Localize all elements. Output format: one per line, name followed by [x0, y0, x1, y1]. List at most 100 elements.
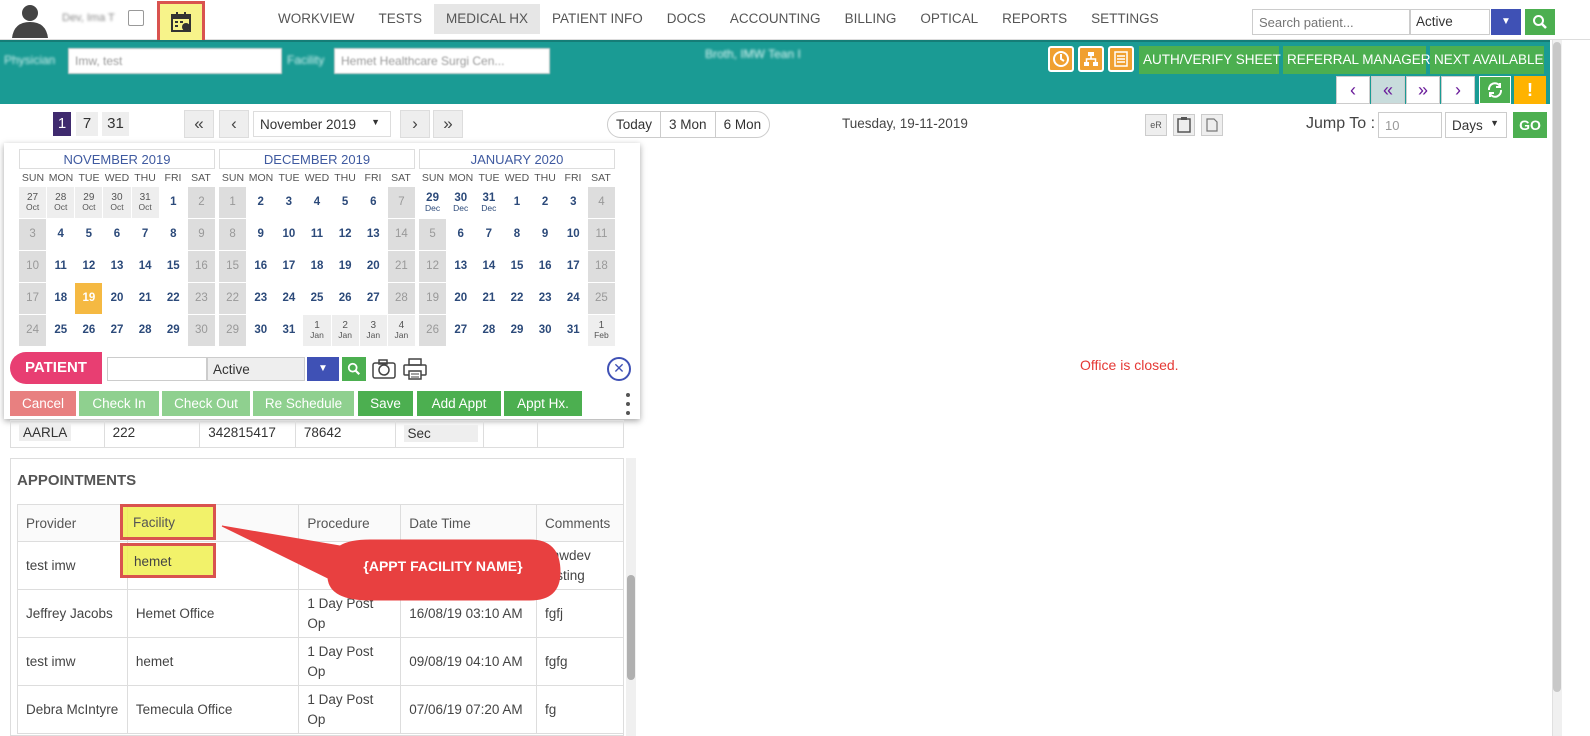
calendar-day[interactable]: 20 — [447, 283, 475, 314]
calendar-day[interactable]: 5 — [331, 187, 359, 218]
auth-verify-sheet-button[interactable]: AUTH/VERIFY SHEET — [1139, 46, 1281, 74]
table-row[interactable]: test imw hemet 1 Day Post Op 09/08/19 04:10… — [17, 637, 623, 686]
calendar-day[interactable]: 31 — [559, 315, 587, 346]
calendar-day[interactable]: 23 — [187, 283, 215, 314]
scrollbar-thumb[interactable] — [627, 575, 635, 680]
user-avatar-icon[interactable] — [6, 2, 54, 38]
calendar-day[interactable]: 29 — [219, 315, 247, 346]
calendar-day[interactable]: 17 — [275, 251, 303, 282]
scheduler-calendar-button[interactable] — [157, 1, 205, 43]
calendar-day[interactable]: 18 — [587, 251, 615, 282]
calendar-day[interactable]: 7 — [387, 187, 415, 218]
printer-icon[interactable] — [402, 356, 428, 382]
calendar-day[interactable]: 17 — [559, 251, 587, 282]
patient-name-input[interactable] — [107, 357, 207, 381]
calendar-day[interactable]: 28 — [475, 315, 503, 346]
calendar-day[interactable]: 3 — [275, 187, 303, 218]
calendar-day[interactable]: 11 — [303, 219, 331, 250]
nav-item-billing[interactable]: BILLING — [833, 4, 909, 34]
calendar-day[interactable]: 2 Jan — [331, 315, 359, 346]
calendar-day[interactable]: 3 Jan — [359, 315, 387, 346]
calendar-day[interactable]: 18 — [303, 251, 331, 282]
patient-status-select[interactable]: Active — [207, 357, 305, 381]
calendar-day[interactable]: 24 — [559, 283, 587, 314]
double-chevron-right-icon[interactable]: » — [433, 110, 463, 138]
nav-item-patient-info[interactable]: PATIENT INFO — [540, 4, 655, 34]
calendar-day[interactable]: 12 — [75, 251, 103, 282]
calendar-day[interactable]: 30 — [247, 315, 275, 346]
calendar-day[interactable]: 31 Oct — [131, 187, 159, 218]
calendar-day[interactable]: 25 — [587, 283, 615, 314]
calendar-day[interactable]: 26 — [75, 315, 103, 346]
calendar-day[interactable]: 4 — [303, 187, 331, 218]
calendar-day[interactable]: 13 — [103, 251, 131, 282]
calendar-day[interactable]: 30 Dec — [447, 187, 475, 218]
calendar-day[interactable]: 7 — [475, 219, 503, 250]
view-day-button[interactable]: 1 — [53, 112, 71, 136]
calendar-day[interactable]: 27 — [359, 283, 387, 314]
nav-item-docs[interactable]: DOCS — [655, 4, 718, 34]
physician-select[interactable]: Imw, test — [68, 48, 282, 74]
calendar-day[interactable]: 21 — [131, 283, 159, 314]
calendar-day[interactable]: 3 — [19, 219, 47, 250]
calendar-day[interactable]: 6 — [447, 219, 475, 250]
referral-manager-button[interactable]: REFERRAL MANAGER — [1283, 46, 1431, 74]
calendar-day[interactable]: 29 — [159, 315, 187, 346]
calendar-day[interactable]: 19 — [419, 283, 447, 314]
calendar-day[interactable]: 9 — [187, 219, 215, 250]
calendar-day[interactable]: 1 — [219, 187, 247, 218]
calendar-day[interactable]: 29 Oct — [75, 187, 103, 218]
calendar-day[interactable]: 16 — [187, 251, 215, 282]
patient-search-input[interactable] — [1252, 9, 1410, 35]
calendar-day-today[interactable]: 19 — [75, 283, 103, 314]
calendar-day[interactable]: 18 — [47, 283, 75, 314]
nav-item-workview[interactable]: WORKVIEW — [266, 4, 367, 34]
calendar-day[interactable]: 30 — [531, 315, 559, 346]
view-month-button[interactable]: 31 — [102, 112, 129, 136]
col-header-provider[interactable]: Provider — [17, 504, 128, 542]
next-available-button[interactable]: NEXT AVAILABLE — [1430, 46, 1544, 74]
org-chart-icon[interactable] — [1078, 46, 1104, 72]
nav-item-optical[interactable]: OPTICAL — [908, 4, 990, 34]
calendar-day[interactable]: 30 Oct — [103, 187, 131, 218]
calendar-day[interactable]: 10 — [559, 219, 587, 250]
calendar-day[interactable]: 23 — [247, 283, 275, 314]
calendar-day[interactable]: 29 — [503, 315, 531, 346]
calendar-day[interactable]: 5 — [75, 219, 103, 250]
calendar-day[interactable]: 9 — [247, 219, 275, 250]
page-scrollbar-thumb[interactable] — [1553, 42, 1561, 692]
calendar-day[interactable]: 1 — [159, 187, 187, 218]
calendar-day[interactable]: 22 — [159, 283, 187, 314]
calendar-day[interactable]: 7 — [131, 219, 159, 250]
view-week-button[interactable]: 7 — [76, 112, 98, 136]
calendar-day[interactable]: 25 — [303, 283, 331, 314]
calendar-day[interactable]: 15 — [503, 251, 531, 282]
calendar-day[interactable]: 4 — [587, 187, 615, 218]
calendar-day[interactable]: 1 — [503, 187, 531, 218]
calendar-day[interactable]: 24 — [275, 283, 303, 314]
calendar-day[interactable]: 10 — [19, 251, 47, 282]
calendar-day[interactable]: 1 Feb — [587, 315, 615, 346]
chevron-right-icon[interactable]: › — [400, 110, 430, 138]
calendar-day[interactable]: 5 — [419, 219, 447, 250]
calendar-day[interactable]: 8 — [503, 219, 531, 250]
jump-unit-select[interactable]: Days ▼ — [1445, 112, 1507, 138]
patient-status-select[interactable]: Active — [1410, 9, 1490, 35]
range-3mon-button[interactable]: 3 Mon — [660, 112, 715, 137]
calendar-day[interactable]: 31 Dec — [475, 187, 503, 218]
calendar-day[interactable]: 29 Dec — [419, 187, 447, 218]
calendar-day[interactable]: 20 — [103, 283, 131, 314]
calendar-day[interactable]: 13 — [359, 219, 387, 250]
alert-button[interactable]: ! — [1514, 76, 1546, 104]
calendar-day[interactable]: 16 — [531, 251, 559, 282]
calendar-day[interactable]: 10 — [275, 219, 303, 250]
cancel-appt-button[interactable]: Cancel — [10, 391, 76, 416]
chevron-left-icon[interactable]: ‹ — [1336, 76, 1370, 104]
calendar-day[interactable]: 30 — [187, 315, 215, 346]
calendar-day[interactable]: 26 — [331, 283, 359, 314]
check-out-button[interactable]: Check Out — [162, 391, 250, 416]
calendar-day[interactable]: 28 — [131, 315, 159, 346]
close-icon[interactable]: ✕ — [607, 357, 631, 381]
nav-item-accounting[interactable]: ACCOUNTING — [718, 4, 833, 34]
patient-search-button[interactable] — [342, 357, 366, 381]
